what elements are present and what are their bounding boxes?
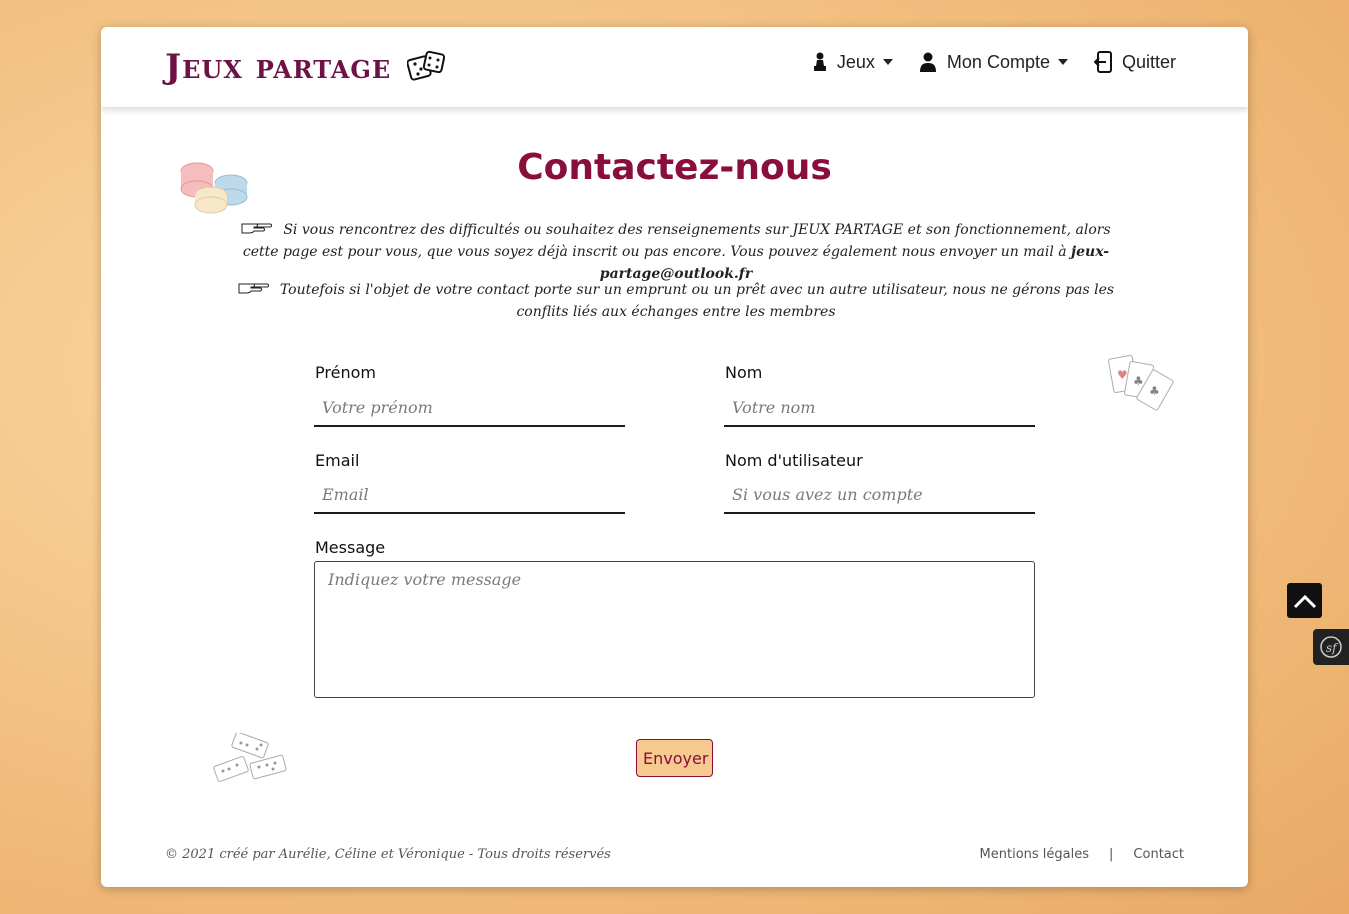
lastname-field[interactable] <box>724 389 1035 427</box>
navbar: Jeux partage Jeux Mon Compte Quitter <box>101 27 1248 107</box>
chevron-down-icon <box>1057 59 1068 65</box>
message-label: Message <box>315 538 386 557</box>
logout-icon <box>1093 51 1112 73</box>
playing-cards-icon: ♥ ♣ ♣ <box>1108 355 1174 411</box>
lastname-label: Nom <box>725 363 763 382</box>
chevron-up-icon <box>1293 594 1316 608</box>
nav-menu: Jeux Mon Compte Quitter <box>813 51 1176 73</box>
firstname-label: Prénom <box>315 363 376 382</box>
username-field[interactable] <box>724 476 1035 514</box>
pointing-hand-icon <box>238 279 270 301</box>
footer-links: Mentions légales | Contact <box>980 847 1184 862</box>
nav-logout-label: Quitter <box>1121 51 1176 72</box>
username-label: Nom d'utilisateur <box>725 451 863 470</box>
email-field[interactable] <box>314 476 625 514</box>
message-textarea[interactable] <box>314 561 1035 698</box>
nav-account-label: Mon Compte <box>946 51 1050 72</box>
intro-text-2: Toutefois si l'objet de votre contact po… <box>279 282 1115 320</box>
dice-icon <box>407 50 446 81</box>
intro-text-1: Si vous rencontrez des difficultés ou so… <box>242 222 1111 260</box>
chevron-down-icon <box>882 59 893 65</box>
send-button[interactable]: Envoyer <box>636 739 713 777</box>
nav-logout-link[interactable]: Quitter <box>1093 51 1176 73</box>
footer-copyright: © 2021 créé par Aurélie, Céline et Véron… <box>165 847 611 862</box>
firstname-field[interactable] <box>314 389 625 427</box>
footer-contact-link[interactable]: Contact <box>1133 847 1184 862</box>
footer-separator: | <box>1109 847 1114 862</box>
brand-link[interactable]: Jeux partage <box>165 45 447 89</box>
svg-text:sf: sf <box>1326 641 1339 655</box>
svg-text:♣: ♣ <box>1149 384 1160 398</box>
dominoes-icon <box>213 733 287 782</box>
svg-text:♥: ♥ <box>1117 368 1128 382</box>
email-label: Email <box>315 451 360 470</box>
intro-paragraph-2: Toutefois si l'objet de votre contact po… <box>226 279 1126 323</box>
scroll-to-top-button[interactable] <box>1287 583 1322 618</box>
page-title: Contactez-nous <box>517 147 832 188</box>
brand-logo-text: Jeux partage <box>165 47 392 87</box>
legal-notice-link[interactable]: Mentions légales <box>980 847 1089 862</box>
user-icon <box>919 52 937 72</box>
intro-paragraph-1: Si vous rencontrez des difficultés ou so… <box>226 219 1126 285</box>
nav-jeux-label: Jeux <box>836 51 875 72</box>
pointing-hand-icon <box>241 219 273 241</box>
pawn-icon <box>813 52 827 72</box>
svg-text:♣: ♣ <box>1133 374 1144 388</box>
symfony-icon: sf <box>1320 636 1342 658</box>
nav-jeux-dropdown[interactable]: Jeux <box>813 52 893 73</box>
nav-account-dropdown[interactable]: Mon Compte <box>919 52 1068 73</box>
symfony-toolbar-toggle[interactable]: sf <box>1313 629 1349 665</box>
page-card: Jeux partage Jeux Mon Compte Quitter ♥ ♣… <box>101 27 1248 887</box>
